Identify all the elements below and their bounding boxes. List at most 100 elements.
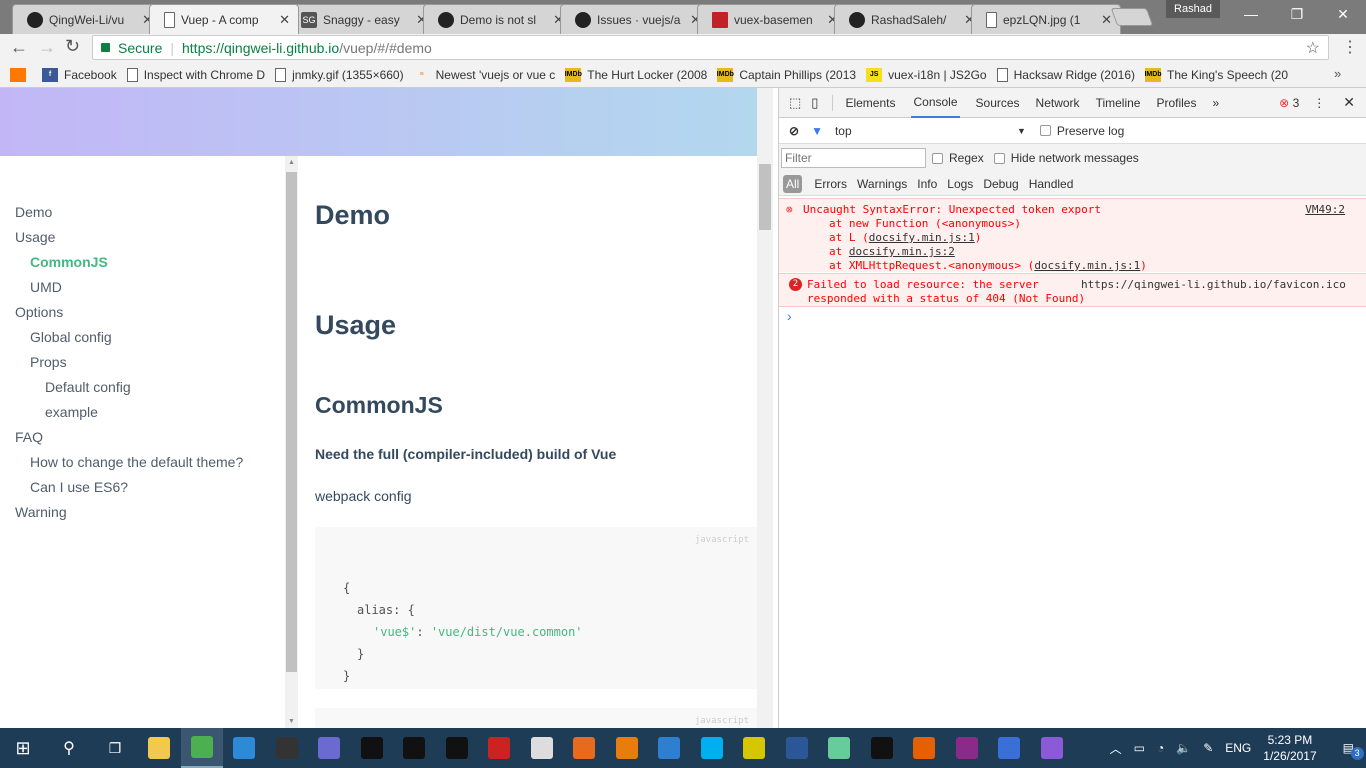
taskbar-app[interactable]: [988, 728, 1031, 768]
volume-icon[interactable]: 🔈: [1176, 741, 1191, 755]
sidebar-item[interactable]: UMD: [30, 279, 62, 295]
minimize-icon[interactable]: —: [1228, 0, 1274, 28]
back-icon[interactable]: ←: [10, 37, 28, 58]
sidebar-item[interactable]: Can I use ES6?: [30, 479, 128, 495]
start-button[interactable]: ⊞: [0, 728, 46, 768]
battery-icon[interactable]: ▭: [1134, 741, 1145, 755]
devtools-tab-network[interactable]: Network: [1036, 96, 1080, 110]
devtools-tab-sources[interactable]: Sources: [976, 96, 1020, 110]
sidebar-item[interactable]: Options: [15, 304, 63, 320]
browser-tab[interactable]: vuex-basemen ✕: [697, 4, 847, 34]
new-tab-button[interactable]: [1110, 8, 1154, 26]
profile-button[interactable]: Rashad: [1166, 0, 1220, 18]
taskbar-app[interactable]: [351, 728, 394, 768]
search-icon[interactable]: ⚲: [46, 728, 92, 768]
close-window-icon[interactable]: ✕: [1320, 0, 1366, 28]
close-tab-icon[interactable]: ✕: [279, 12, 290, 28]
bookmark-item[interactable]: JS vuex-i18n | JS2Go: [866, 67, 987, 82]
sidebar-item[interactable]: Warning: [15, 504, 67, 520]
taskbar-app[interactable]: [861, 728, 904, 768]
sidebar-item[interactable]: FAQ: [15, 429, 43, 445]
more-tabs-icon[interactable]: »: [1212, 96, 1219, 110]
inspect-element-icon[interactable]: ⬚: [789, 95, 801, 111]
scroll-up-icon[interactable]: ▲: [288, 159, 295, 166]
sidebar-item[interactable]: How to change the default theme?: [30, 454, 243, 470]
bookmark-item[interactable]: IMDb Captain Phillips (2013: [717, 67, 856, 82]
browser-tab[interactable]: Issues · vuejs/a ✕: [560, 4, 710, 34]
log-level-all[interactable]: All: [783, 174, 803, 193]
console-prompt[interactable]: ›: [787, 308, 792, 324]
taskbar-app[interactable]: [606, 728, 649, 768]
taskbar-app[interactable]: [946, 728, 989, 768]
bookmark-item[interactable]: IMDb The Hurt Locker (2008: [565, 67, 707, 82]
log-level-logs[interactable]: Logs: [947, 177, 973, 191]
reload-icon[interactable]: ↻: [65, 36, 80, 57]
sidebar-item[interactable]: example: [45, 404, 98, 420]
context-selector[interactable]: top: [835, 124, 1017, 138]
action-center-icon[interactable]: ▤ 3: [1343, 741, 1364, 760]
sidebar-item[interactable]: Global config: [30, 329, 112, 345]
address-bar[interactable]: Secure | https://qingwei-li.github.io/vu…: [92, 35, 1329, 60]
stack-link[interactable]: docsify.min.js:2: [849, 245, 955, 258]
taskbar-app[interactable]: [266, 728, 309, 768]
taskbar-app[interactable]: [521, 728, 564, 768]
filter-icon[interactable]: ▼: [811, 124, 823, 138]
taskbar-app[interactable]: [1031, 728, 1074, 768]
bookmark-item[interactable]: f Facebook: [42, 67, 117, 82]
close-tab-icon[interactable]: ✕: [1101, 12, 1112, 28]
taskbar-app[interactable]: [776, 728, 819, 768]
sidebar-item[interactable]: Default config: [45, 379, 131, 395]
log-level-handled[interactable]: Handled: [1029, 177, 1074, 191]
taskbar-app[interactable]: [308, 728, 351, 768]
scroll-down-icon[interactable]: ▼: [288, 718, 295, 725]
devtools-tab-console[interactable]: Console: [911, 88, 960, 118]
sidebar-scrollbar[interactable]: ▲ ▼: [285, 156, 298, 728]
taskbar-app[interactable]: [478, 728, 521, 768]
devtools-tab-profiles[interactable]: Profiles: [1156, 96, 1196, 110]
language-indicator[interactable]: ENG: [1225, 741, 1251, 755]
taskbar-app[interactable]: [223, 728, 266, 768]
log-level-debug[interactable]: Debug: [983, 177, 1018, 191]
hide-network-checkbox[interactable]: [993, 152, 1005, 164]
browser-tab[interactable]: Demo is not sl ✕: [423, 4, 573, 34]
browser-tab[interactable]: epzLQN.jpg (1 ✕: [971, 4, 1121, 34]
taskbar-app[interactable]: [691, 728, 734, 768]
browser-tab[interactable]: QingWei-Li/vu ✕: [12, 4, 162, 34]
regex-checkbox[interactable]: [932, 152, 943, 164]
log-level-info[interactable]: Info: [917, 177, 937, 191]
bookmark-star-icon[interactable]: ☆: [1306, 38, 1320, 58]
stack-link[interactable]: docsify.min.js:1: [869, 231, 975, 244]
chrome-menu-icon[interactable]: ⋮: [1342, 37, 1358, 57]
sidebar-item[interactable]: Demo: [15, 204, 52, 220]
pen-icon[interactable]: ✎: [1203, 741, 1213, 755]
error-source-link[interactable]: VM49:2: [1305, 203, 1345, 217]
bookmark-item[interactable]: Inspect with Chrome D: [126, 67, 265, 82]
sidebar-scroll-thumb[interactable]: [286, 172, 297, 672]
close-devtools-icon[interactable]: ✕: [1343, 94, 1355, 111]
console-filter-input[interactable]: [781, 148, 926, 168]
sidebar-item[interactable]: Props: [30, 354, 67, 370]
task-view-icon[interactable]: ❐: [92, 728, 138, 768]
bookmark-item[interactable]: Hacksaw Ridge (2016): [996, 67, 1135, 82]
log-level-errors[interactable]: Errors: [814, 177, 847, 191]
devtools-tab-timeline[interactable]: Timeline: [1096, 96, 1141, 110]
bookmark-item[interactable]: ≡ Newest 'vuejs or vue c: [414, 68, 556, 82]
devtools-tab-elements[interactable]: Elements: [845, 96, 895, 110]
bookmarks-overflow-icon[interactable]: »: [1334, 66, 1341, 81]
preserve-log-checkbox[interactable]: [1039, 125, 1051, 136]
page-scrollbar[interactable]: [757, 156, 773, 728]
sidebar-item[interactable]: CommonJS: [30, 254, 108, 270]
clock[interactable]: 5:23 PM 1/26/2017: [1263, 732, 1316, 764]
taskbar-app[interactable]: [648, 728, 691, 768]
restore-icon[interactable]: ❐: [1274, 0, 1320, 28]
taskbar-app[interactable]: [818, 728, 861, 768]
sidebar-item[interactable]: Usage: [15, 229, 55, 245]
context-dropdown-icon[interactable]: ▼: [1017, 126, 1026, 136]
taskbar-app[interactable]: [138, 728, 181, 768]
bookmark-item[interactable]: IMDb The King's Speech (20: [1145, 67, 1288, 82]
device-toolbar-icon[interactable]: ▯: [811, 95, 818, 111]
wifi-icon[interactable]: ◔: [1157, 741, 1164, 755]
devtools-menu-icon[interactable]: ⋮: [1313, 96, 1325, 110]
taskbar-app[interactable]: [180, 728, 223, 768]
browser-tab[interactable]: RashadSaleh/✕: [834, 4, 984, 34]
